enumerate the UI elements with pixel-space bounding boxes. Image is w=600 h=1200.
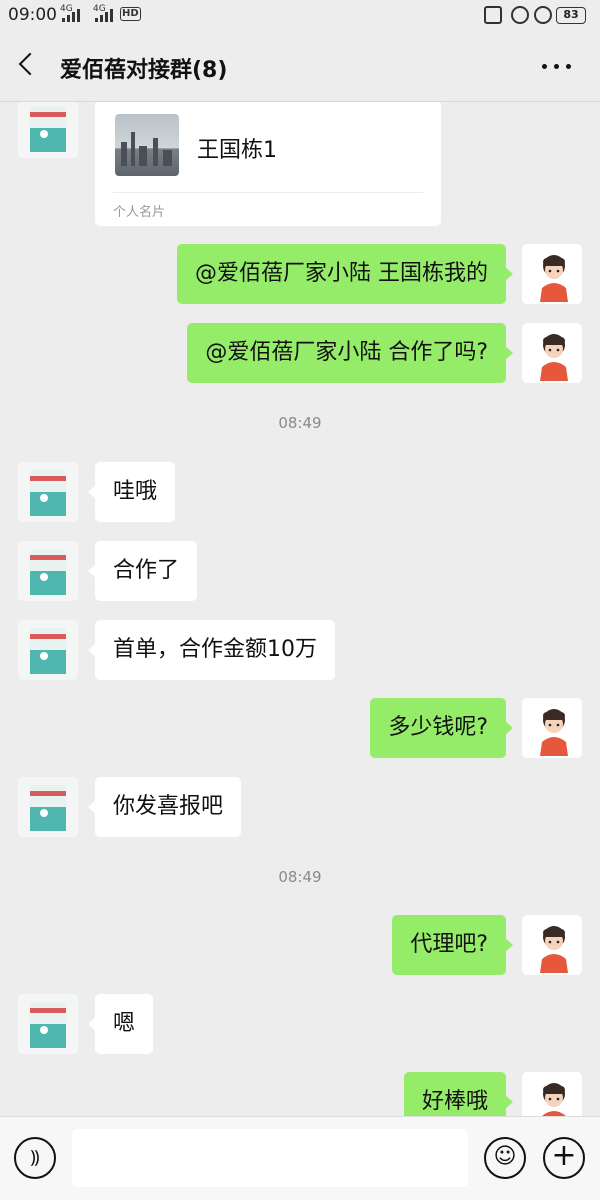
incoming-message[interactable]: 你发喜报吧 bbox=[87, 777, 242, 837]
outgoing-message[interactable]: @爱佰蓓厂家小陆 合作了吗? bbox=[187, 323, 513, 383]
chat-header: 爱佰蓓对接群(8) bbox=[0, 32, 600, 102]
timestamp: 08:49 bbox=[278, 868, 322, 886]
contact-card-photo bbox=[115, 114, 179, 176]
emoji-icon[interactable]: ☺ bbox=[484, 1137, 526, 1179]
sender-avatar[interactable] bbox=[18, 102, 78, 158]
alarm-icon bbox=[534, 6, 552, 24]
chat-title: 爱佰蓓对接群(8) bbox=[60, 58, 228, 83]
lock-rotation-icon bbox=[511, 6, 529, 24]
status-bar: 09:00 4G 4G HD 83 bbox=[0, 0, 600, 32]
plus-icon[interactable]: + bbox=[543, 1137, 585, 1179]
message-list[interactable]: 王国栋1 个人名片 @爱佰蓓厂家小陆 王国栋我的 @爱佰蓓厂家小陆 合作了吗? … bbox=[0, 102, 600, 1116]
outgoing-message[interactable]: 代理吧? bbox=[392, 915, 513, 975]
sender-avatar[interactable] bbox=[18, 620, 78, 680]
contact-card-name: 王国栋1 bbox=[197, 138, 277, 163]
back-arrow-icon[interactable] bbox=[18, 52, 42, 76]
card-divider bbox=[113, 192, 423, 193]
my-avatar[interactable] bbox=[522, 323, 582, 383]
timestamp: 08:49 bbox=[278, 414, 322, 432]
outgoing-message[interactable]: 多少钱呢? bbox=[370, 698, 513, 758]
sender-avatar[interactable] bbox=[18, 777, 78, 837]
signal-icon bbox=[62, 8, 80, 22]
signal-icon-2 bbox=[95, 8, 113, 22]
outgoing-message[interactable]: 好棒哦 bbox=[403, 1072, 514, 1116]
battery-indicator: 83 bbox=[556, 7, 586, 24]
incoming-message[interactable]: 嗯 bbox=[87, 994, 154, 1054]
outgoing-message[interactable]: @爱佰蓓厂家小陆 王国栋我的 bbox=[177, 244, 513, 304]
sender-avatar[interactable] bbox=[18, 541, 78, 601]
message-input[interactable] bbox=[72, 1129, 468, 1187]
status-time: 09:00 bbox=[8, 5, 57, 25]
my-avatar[interactable] bbox=[522, 244, 582, 304]
vibrate-icon bbox=[484, 6, 502, 24]
my-avatar[interactable] bbox=[522, 698, 582, 758]
my-avatar[interactable] bbox=[522, 915, 582, 975]
input-bar: ⸩ ☺ + bbox=[0, 1116, 600, 1200]
incoming-message[interactable]: 首单，合作金额10万 bbox=[88, 620, 335, 680]
sender-avatar[interactable] bbox=[18, 994, 78, 1054]
contact-card-label: 个人名片 bbox=[113, 205, 166, 220]
sender-avatar[interactable] bbox=[18, 462, 78, 522]
hd-badge: HD bbox=[120, 7, 141, 21]
contact-card[interactable]: 王国栋1 个人名片 bbox=[95, 102, 441, 226]
incoming-message[interactable]: 哇哦 bbox=[87, 462, 176, 522]
incoming-message[interactable]: 合作了 bbox=[87, 541, 198, 601]
voice-icon[interactable]: ⸩ bbox=[14, 1137, 56, 1179]
my-avatar[interactable] bbox=[522, 1072, 582, 1116]
more-options-icon[interactable] bbox=[542, 64, 572, 70]
